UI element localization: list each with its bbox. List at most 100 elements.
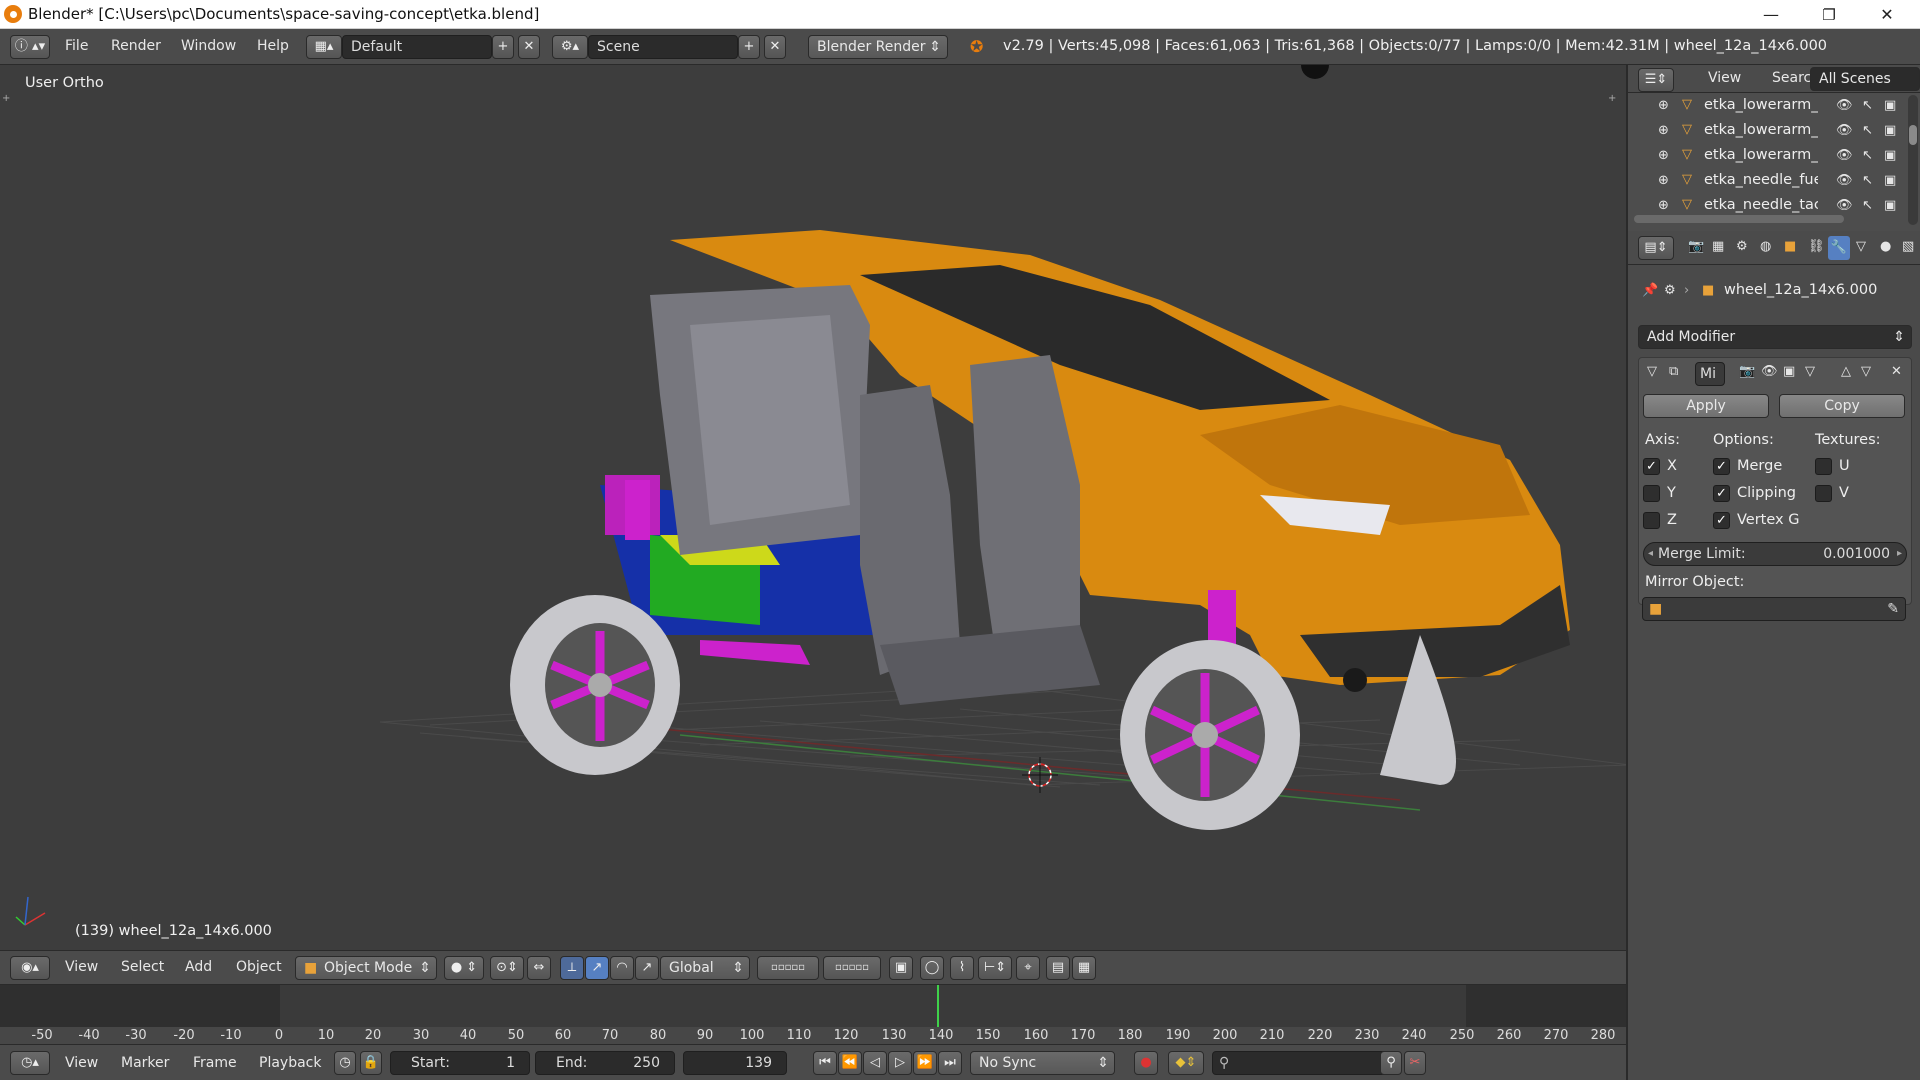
modifier-render-icon[interactable]: 📷	[1739, 364, 1755, 379]
render-camera-icon[interactable]: ▣	[1884, 198, 1896, 213]
render-tab-icon[interactable]: 📷	[1688, 239, 1704, 254]
move-down-icon[interactable]: ▽	[1861, 364, 1871, 379]
sync-select[interactable]: No Sync ⇕	[970, 1051, 1115, 1075]
object-tab-icon[interactable]: ■	[1784, 239, 1796, 254]
rotate-manipulator-icon[interactable]: ↗	[585, 956, 609, 980]
cursor-select-icon[interactable]: ↖	[1862, 148, 1873, 163]
record-icon[interactable]: ●	[1134, 1051, 1158, 1075]
render-camera-icon[interactable]: ▣	[1884, 148, 1896, 163]
world-tab-icon[interactable]: ◍	[1760, 239, 1771, 254]
snap-toggle-icon[interactable]: ⌇	[950, 956, 974, 980]
axis-z-checkbox[interactable]	[1643, 512, 1660, 529]
texture-u-checkbox[interactable]	[1815, 458, 1832, 475]
jump-keyframe-forward-icon[interactable]: ⏩	[913, 1051, 937, 1075]
expand-icon[interactable]: ⊕	[1658, 148, 1669, 163]
editor-type-timeline-icon[interactable]: ◷▴	[10, 1051, 50, 1075]
render-layers-tab-icon[interactable]: ▦	[1712, 239, 1724, 254]
layers-block-1-icon[interactable]: ▫▫▫▫▫	[757, 956, 819, 980]
merge-checkbox[interactable]: ✓	[1713, 458, 1730, 475]
increment-arrow-icon[interactable]: ▸	[1897, 543, 1902, 565]
menu-add[interactable]: Add	[185, 959, 212, 975]
modifier-viewport-icon[interactable]: 👁	[1761, 364, 1778, 379]
cursor-select-icon[interactable]: ↖	[1862, 198, 1873, 213]
play-reverse-icon[interactable]: ◁	[863, 1051, 887, 1075]
editor-type-outliner-icon[interactable]: ☰⇕	[1638, 68, 1674, 92]
outliner-row[interactable]: ⊕ ▽ etka_lowerarm_a_ 👁 ↖ ▣	[1628, 94, 1906, 119]
delete-keyframe-icon[interactable]: ✂	[1404, 1051, 1426, 1075]
copy-button[interactable]: Copy	[1779, 394, 1905, 418]
add-modifier-dropdown[interactable]: Add Modifier ⇕	[1638, 325, 1912, 349]
play-icon[interactable]: ▷	[888, 1051, 912, 1075]
texture-tab-icon[interactable]: ▧	[1902, 239, 1914, 254]
material-tab-icon[interactable]: ●	[1880, 239, 1891, 254]
render-engine-select[interactable]: Blender Render ⇕	[808, 35, 948, 59]
pin-icon[interactable]: 📌	[1642, 283, 1658, 298]
menu-timeline-view[interactable]: View	[65, 1055, 98, 1071]
modifiers-tab-icon[interactable]: 🔧	[1828, 236, 1850, 260]
add-layout-icon[interactable]: +	[492, 35, 514, 59]
collapse-arrow-icon[interactable]: ▽	[1647, 364, 1657, 379]
keying-set-icon[interactable]: ◆⇕	[1168, 1051, 1204, 1075]
current-frame-marker[interactable]	[937, 985, 939, 1028]
insert-keyframe-icon[interactable]: ⚲	[1380, 1051, 1402, 1075]
end-frame-field[interactable]: End: 250	[535, 1051, 675, 1075]
menu-object[interactable]: Object	[236, 959, 282, 975]
restore-button[interactable]: ❐	[1800, 0, 1858, 29]
eye-icon[interactable]: 👁	[1836, 123, 1853, 138]
cursor-select-icon[interactable]: ↖	[1862, 173, 1873, 188]
scene-render[interactable]	[0, 65, 1626, 950]
snap-target-icon[interactable]: ⌖	[1016, 956, 1040, 980]
screen-layout-icon[interactable]: ▦▴	[306, 35, 342, 59]
render-camera-icon[interactable]: ▣	[1884, 98, 1896, 113]
jump-keyframe-back-icon[interactable]: ⏪	[838, 1051, 862, 1075]
eye-icon[interactable]: 👁	[1836, 148, 1853, 163]
expand-icon[interactable]: ⊕	[1658, 123, 1669, 138]
screen-layout-field[interactable]: Default	[342, 35, 492, 59]
expand-icon[interactable]: ⊕	[1658, 198, 1669, 213]
menu-select[interactable]: Select	[121, 959, 164, 975]
move-up-icon[interactable]: △	[1841, 364, 1851, 379]
properties-editor[interactable]: ▤⇕ 📷 ▦ ⚙ ◍ ■ ⛓ 🔧 ▽ ● ▧ 📌 ⚙ › ■ wheel_12a…	[1626, 231, 1920, 1080]
menu-marker[interactable]: Marker	[121, 1055, 169, 1071]
outliner-scroll-thumb[interactable]	[1909, 125, 1917, 145]
menu-file[interactable]: File	[65, 38, 88, 54]
merge-limit-field[interactable]: ◂ Merge Limit: 0.001000 ▸	[1643, 542, 1907, 566]
active-keying-set-field[interactable]: ⚲	[1212, 1051, 1398, 1075]
render-preview-icon[interactable]: ▤	[1046, 956, 1070, 980]
transform-orientation-select[interactable]: Global ⇕	[660, 956, 750, 980]
pivot-point-icon[interactable]: ⊙⇕	[490, 956, 524, 980]
remove-modifier-icon[interactable]: ✕	[1891, 364, 1902, 379]
lock-icon[interactable]: 🔒	[360, 1051, 382, 1075]
cursor-select-icon[interactable]: ↖	[1862, 123, 1873, 138]
jump-start-icon[interactable]: ⏮	[813, 1051, 837, 1075]
expand-icon[interactable]: ⊕	[1658, 173, 1669, 188]
minimize-button[interactable]: —	[1742, 0, 1800, 29]
render-camera-icon[interactable]: ▣	[1884, 173, 1896, 188]
manipulator-extra-icon[interactable]: ↗	[635, 956, 659, 980]
modifier-name-field[interactable]: Mi	[1695, 362, 1725, 386]
scene-field[interactable]: Scene	[588, 35, 738, 59]
outliner-h-scrollbar[interactable]	[1634, 215, 1844, 223]
data-tab-icon[interactable]: ▽	[1856, 239, 1866, 254]
outliner-row[interactable]: ⊕ ▽ etka_lowerarm_b_ 👁 ↖ ▣	[1628, 144, 1906, 169]
preview-range-icon[interactable]: ◷	[334, 1051, 356, 1075]
vertex-groups-checkbox[interactable]: ✓	[1713, 512, 1730, 529]
eye-icon[interactable]: 👁	[1836, 173, 1853, 188]
editor-type-properties-icon[interactable]: ▤⇕	[1638, 236, 1674, 260]
constraints-tab-icon[interactable]: ⛓	[1808, 239, 1825, 254]
cursor-select-icon[interactable]: ↖	[1862, 98, 1873, 113]
remove-layout-icon[interactable]: ✕	[518, 35, 540, 59]
apply-button[interactable]: Apply	[1643, 394, 1769, 418]
menu-playback[interactable]: Playback	[259, 1055, 321, 1071]
add-scene-icon[interactable]: +	[738, 35, 760, 59]
timeline-ruler[interactable]: -50 -40 -30 -20 -10 0 10 20 30 40 50 60 …	[0, 1027, 1626, 1044]
proportional-edit-icon[interactable]: ◯	[920, 956, 944, 980]
editor-type-3d-icon[interactable]: ◉▴	[10, 956, 50, 980]
expand-icon[interactable]: ⊕	[1658, 98, 1669, 113]
eye-icon[interactable]: 👁	[1836, 198, 1853, 213]
menu-render[interactable]: Render	[111, 38, 161, 54]
texture-v-checkbox[interactable]	[1815, 485, 1832, 502]
outliner-row[interactable]: ⊕ ▽ etka_lowerarm_b_ 👁 ↖ ▣	[1628, 119, 1906, 144]
render-animation-icon[interactable]: ▦	[1072, 956, 1096, 980]
close-button[interactable]: ✕	[1858, 0, 1916, 29]
